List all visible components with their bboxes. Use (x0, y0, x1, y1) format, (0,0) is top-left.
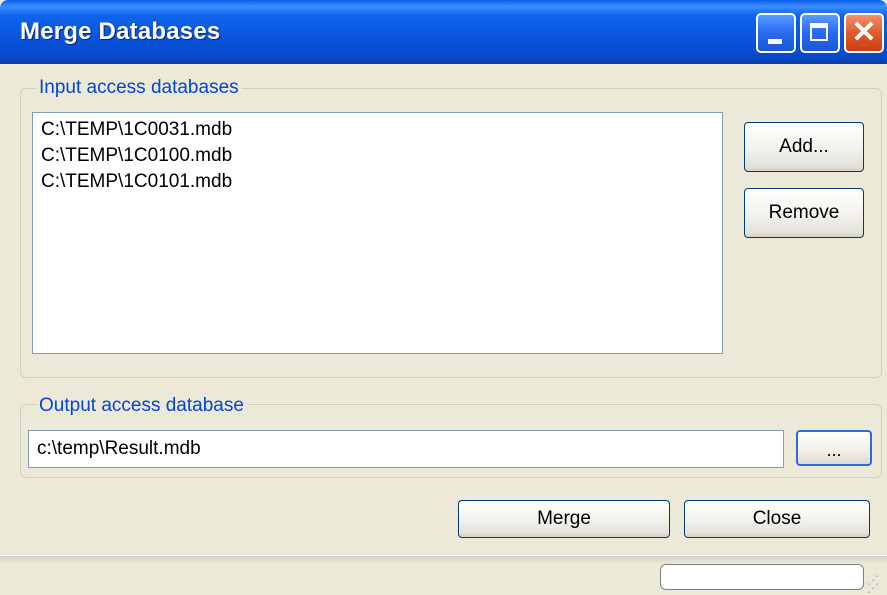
window-title: Merge Databases (20, 18, 221, 45)
list-item[interactable]: C:\TEMP\1C0101.mdb (41, 171, 232, 193)
maximize-button[interactable] (800, 13, 840, 53)
merge-button[interactable]: Merge (458, 500, 670, 538)
close-icon: ✕ (851, 16, 877, 49)
list-item[interactable]: C:\TEMP\1C0100.mdb (41, 145, 232, 167)
remove-button[interactable]: Remove (744, 188, 864, 238)
close-window-button[interactable]: ✕ (844, 13, 884, 53)
maximize-icon (810, 23, 828, 41)
browse-button[interactable]: ... (796, 430, 872, 466)
status-panel (660, 564, 864, 590)
input-databases-group-label: Input access databases (36, 78, 242, 98)
output-path-input[interactable]: c:\temp\Result.mdb (28, 430, 784, 468)
close-button[interactable]: Close (684, 500, 870, 538)
title-bar[interactable]: Merge Databases ✕ (0, 0, 887, 64)
minimize-button[interactable] (756, 13, 796, 53)
output-database-group-label: Output access database (36, 396, 247, 416)
resize-grip-icon[interactable]: ⋰ ⋰ (867, 574, 883, 594)
status-bar: ⋰ ⋰ (0, 555, 887, 595)
merge-databases-window: Merge Databases ✕ Input access databases… (0, 0, 887, 595)
add-button[interactable]: Add... (744, 122, 864, 172)
minimize-icon (768, 39, 782, 44)
input-databases-list[interactable]: C:\TEMP\1C0031.mdb C:\TEMP\1C0100.mdb C:… (32, 112, 723, 354)
list-item[interactable]: C:\TEMP\1C0031.mdb (41, 119, 232, 141)
